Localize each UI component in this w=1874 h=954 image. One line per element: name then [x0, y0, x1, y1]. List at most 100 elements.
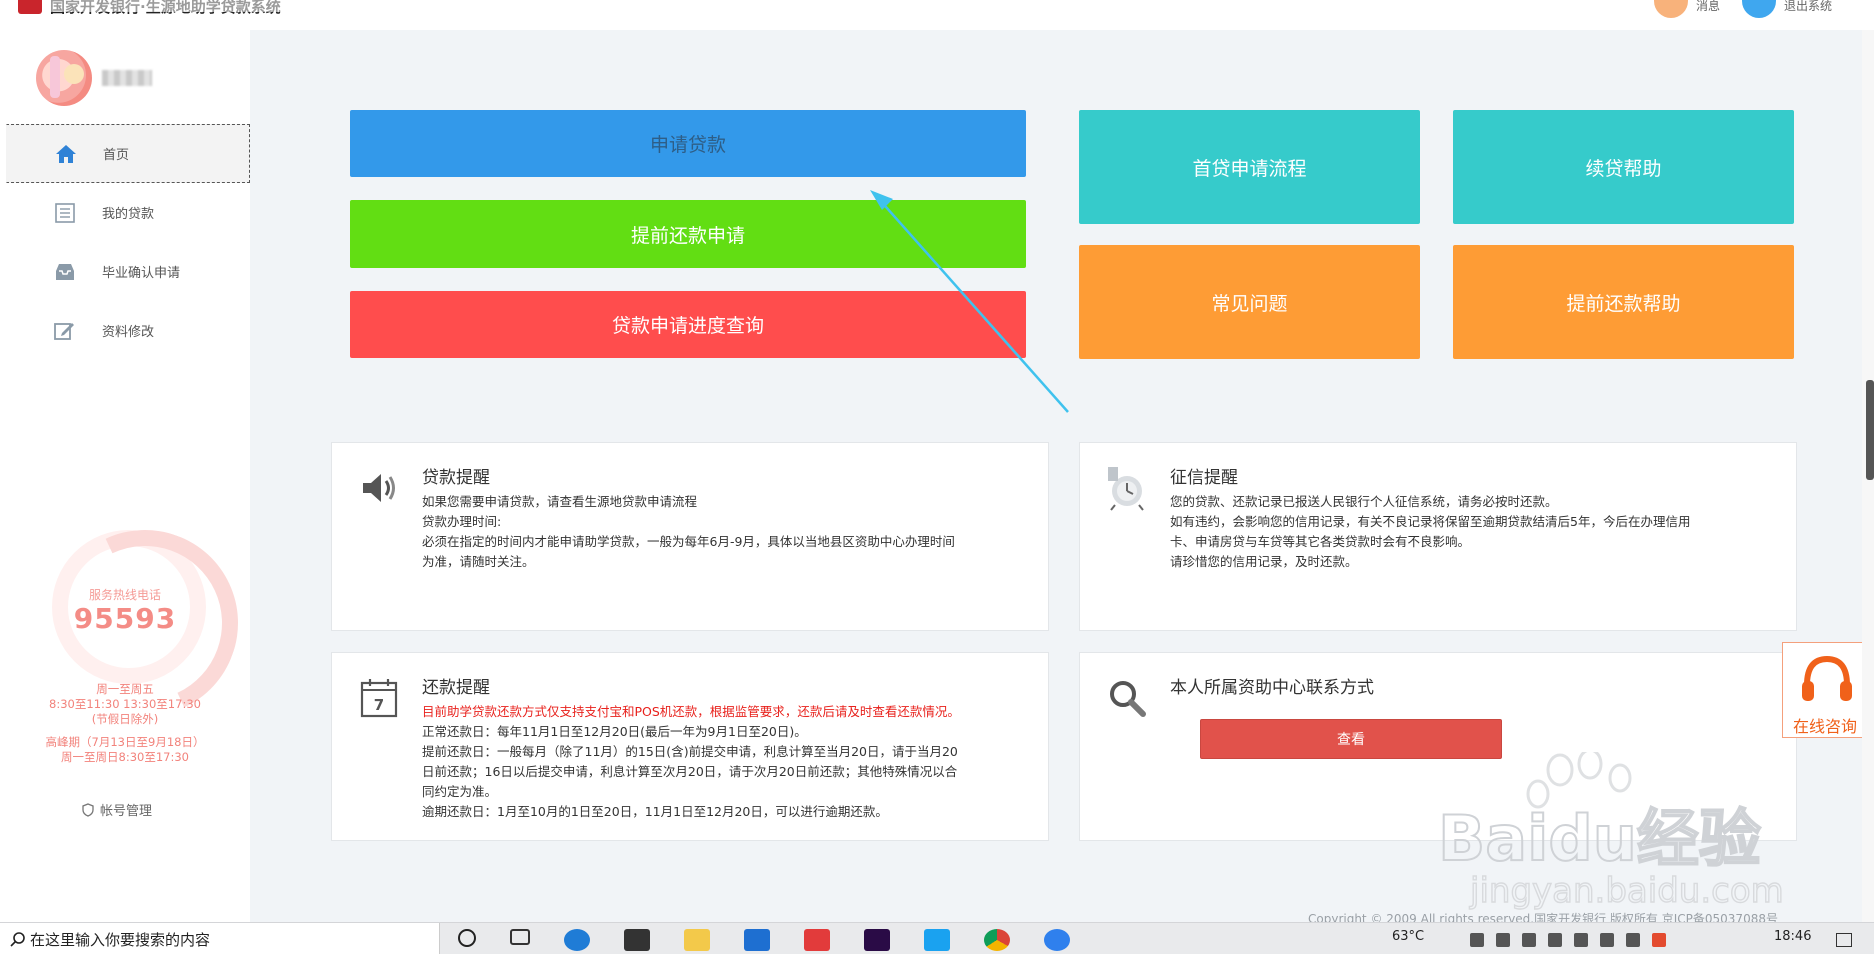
- loan-reminder-card: 贷款提醒 如果您需要申请贷款，请查看生源地贷款申请流程 贷款办理时间: 必须在指…: [331, 442, 1049, 631]
- card-text: 逾期还款日：1月至10月的1日至20日，11月1日至12月20日，可以进行逾期还…: [422, 804, 888, 819]
- store-icon[interactable]: [624, 929, 650, 951]
- logout-icon: [1742, 0, 1776, 18]
- magnifier-icon: [1104, 675, 1150, 721]
- first-loan-flow-button[interactable]: 首贷申请流程: [1079, 110, 1420, 224]
- notification-icon[interactable]: [1836, 933, 1852, 947]
- chrome-icon[interactable]: [984, 929, 1010, 951]
- sidebar-nav: 首页 我的贷款 毕业确认申请 资料修改: [6, 124, 250, 360]
- sidebar: 首页 我的贷款 毕业确认申请 资料修改 服务热线电话 95593 周一至周五 8…: [0, 30, 250, 922]
- home-icon: [55, 143, 77, 165]
- tray-app-icon[interactable]: [1496, 933, 1510, 947]
- account-management-link[interactable]: 帐号管理: [82, 800, 152, 819]
- top-bar: 国家开发银行·生源地助学贷款系统 消息 退出系统: [0, 0, 1874, 30]
- card-text: 正常还款日：每年11月1日至12月20日(最后一年为9月1日至20日)。: [422, 724, 807, 739]
- messages-button[interactable]: 消息: [1654, 0, 1720, 18]
- list-icon: [54, 202, 76, 224]
- search-icon: [10, 932, 25, 947]
- card-text: 贷款办理时间:: [422, 514, 502, 529]
- music-icon[interactable]: [804, 929, 830, 951]
- apply-loan-button[interactable]: 申请贷款: [350, 110, 1026, 177]
- card-text: 如有违约，会影响您的信用记录，有关不良记录将保留至逾期贷款结清后5年，今后在办理…: [1170, 514, 1691, 529]
- hours-line: (节假日除外): [91, 712, 159, 726]
- card-text: 卡、申请房贷与车贷等其它各类贷款时会有不良影响。: [1170, 534, 1471, 549]
- alarm-clock-icon: [1104, 465, 1150, 511]
- account-label: 帐号管理: [100, 804, 153, 819]
- sidebar-item-graduation[interactable]: 毕业确认申请: [6, 242, 250, 301]
- card-title: 征信提醒: [1170, 468, 1238, 488]
- renew-help-button[interactable]: 续贷帮助: [1453, 110, 1794, 224]
- contact-card: 本人所属资助中心联系方式 查看: [1079, 652, 1797, 841]
- edge-icon[interactable]: [564, 929, 590, 951]
- early-repay-apply-button[interactable]: 提前还款申请: [350, 200, 1026, 268]
- messages-label: 消息: [1696, 0, 1721, 13]
- calendar-day: 7: [374, 696, 384, 714]
- bell-icon: [1654, 0, 1688, 18]
- sogou-icon[interactable]: [1652, 933, 1666, 947]
- sidebar-item-label: 毕业确认申请: [102, 266, 181, 281]
- repay-reminder-card: 7 还款提醒 目前助学贷款还款方式仅支持支付宝和POS机还款，根据监管要求，还款…: [331, 652, 1049, 841]
- temperature-readout: 63°C: [1392, 929, 1425, 944]
- card-warning-text: 目前助学贷款还款方式仅支持支付宝和POS机还款，根据监管要求，还款后请及时查看还…: [422, 704, 960, 719]
- hours-line: 周一至周日8:30至17:30: [61, 750, 189, 764]
- card-text: 如果您需要申请贷款，请查看生源地贷款申请流程: [422, 494, 698, 509]
- network-icon[interactable]: [1574, 933, 1588, 947]
- card-title: 本人所属资助中心联系方式: [1170, 678, 1374, 698]
- sidebar-item-my-loans[interactable]: 我的贷款: [6, 183, 250, 242]
- volume-icon[interactable]: [1600, 933, 1614, 947]
- tray-app-icon[interactable]: [1548, 933, 1562, 947]
- hotline-number: 95593: [73, 602, 177, 635]
- user-profile[interactable]: [36, 50, 152, 106]
- ime-icon[interactable]: [1626, 933, 1640, 947]
- file-explorer-icon[interactable]: [684, 929, 710, 951]
- mail-icon[interactable]: [744, 929, 770, 951]
- task-view-icon[interactable]: [510, 929, 530, 945]
- online-consult-widget[interactable]: 在线咨询: [1782, 642, 1874, 738]
- card-text: 提前还款日：一般每月（除了11月）的15日(含)前提交申请，利息计算至当月20日…: [422, 744, 958, 759]
- card-text: 请珍惜您的信用记录，及时还款。: [1170, 554, 1358, 569]
- card-text: 为准，请随时关注。: [422, 554, 535, 569]
- view-contact-button[interactable]: 查看: [1200, 719, 1502, 759]
- faq-button[interactable]: 常见问题: [1079, 245, 1420, 359]
- taskbar-clock: 18:46: [1774, 929, 1812, 944]
- card-title: 还款提醒: [422, 678, 490, 698]
- sidebar-item-label: 我的贷款: [102, 207, 155, 222]
- hours-line: 周一至周五: [96, 682, 154, 696]
- bank-logo: [18, 0, 42, 14]
- card-text: 必须在指定的时间内才能申请助学贷款，一般为每年6月-9月，具体以当地县区资助中心…: [422, 534, 955, 549]
- taskbar-search[interactable]: 在这里输入你要搜索的内容: [0, 923, 440, 954]
- sidebar-item-label: 首页: [103, 148, 130, 163]
- premiere-icon[interactable]: [864, 929, 890, 951]
- chevron-up-icon[interactable]: [1470, 933, 1484, 947]
- early-repay-help-button[interactable]: 提前还款帮助: [1453, 245, 1794, 359]
- shield-icon: [82, 802, 94, 817]
- card-text: 日前还款；16日以后提交申请，利息计算至次月20日，请于次月20日前还款；其他特…: [422, 764, 958, 779]
- credit-reminder-card: 征信提醒 您的贷款、还款记录已报送人民银行个人征信系统，请务必按时还款。 如有违…: [1079, 442, 1797, 631]
- scrollbar[interactable]: [1862, 30, 1874, 922]
- service-hours: 周一至周五 8:30至11:30 13:30至17:30 (节假日除外) 高峰期…: [0, 682, 250, 765]
- hours-line: 高峰期（7月13日至9月18日）: [45, 735, 205, 749]
- card-title: 贷款提醒: [422, 468, 490, 488]
- watermark-url: jingyan.baidu.com: [1469, 871, 1784, 911]
- card-text: 您的贷款、还款记录已报送人民银行个人征信系统，请务必按时还款。: [1170, 494, 1558, 509]
- site-title: 国家开发银行·生源地助学贷款系统: [50, 0, 287, 17]
- headset-icon: [1802, 655, 1852, 701]
- app-icon[interactable]: [924, 929, 950, 951]
- avatar: [36, 50, 92, 106]
- browser-icon[interactable]: [1044, 929, 1070, 951]
- progress-query-button[interactable]: 贷款申请进度查询: [350, 291, 1026, 358]
- sidebar-item-profile-edit[interactable]: 资料修改: [6, 301, 250, 360]
- cortana-icon[interactable]: [458, 929, 476, 947]
- user-name-blurred: [102, 70, 152, 86]
- speaker-icon: [356, 465, 402, 511]
- calendar-icon: 7: [356, 675, 402, 721]
- system-tray: [1470, 933, 1666, 947]
- card-text: 同约定为准。: [422, 784, 498, 799]
- scrollbar-thumb[interactable]: [1866, 380, 1874, 480]
- qq-icon[interactable]: [1522, 933, 1536, 947]
- taskbar-apps: [458, 929, 1070, 951]
- logout-button[interactable]: 退出系统: [1742, 0, 1832, 18]
- os-taskbar: 在这里输入你要搜索的内容 63°C 18:46: [0, 922, 1874, 954]
- hours-line: 8:30至11:30 13:30至17:30: [49, 697, 201, 711]
- sidebar-item-home[interactable]: 首页: [6, 124, 250, 183]
- consult-label: 在线咨询: [1793, 717, 1858, 736]
